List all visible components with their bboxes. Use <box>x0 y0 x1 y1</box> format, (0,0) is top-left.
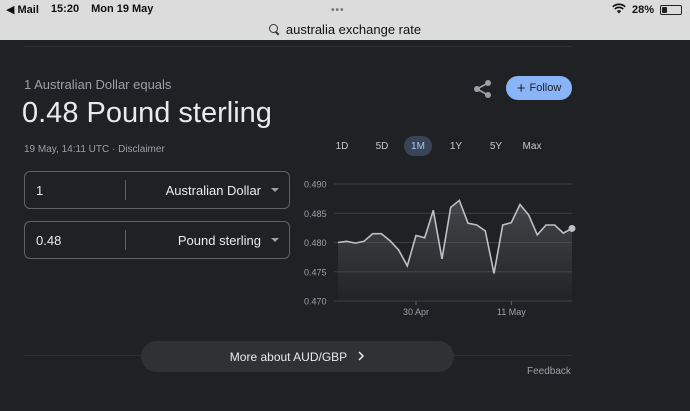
y-tick-label: 0.490 <box>304 180 327 190</box>
rate-value: 0.48 Pound sterling <box>22 97 272 129</box>
dropdown-caret-icon <box>271 238 279 242</box>
battery-icon <box>660 5 682 15</box>
exchange-rate-chart: 0.490 0.485 0.480 0.475 0.470 30 Apr 11 May <box>304 180 576 317</box>
range-tab-5d[interactable]: 5D <box>368 136 396 156</box>
time-range-tabs: 1D 5D 1M 1Y 5Y Max <box>328 136 558 156</box>
feedback-link[interactable]: Feedback <box>527 366 571 377</box>
x-tick-label: 30 Apr <box>403 307 429 317</box>
range-tab-5y[interactable]: 5Y <box>482 136 510 156</box>
range-tab-1d[interactable]: 1D <box>328 136 356 156</box>
from-amount-input[interactable] <box>25 182 125 198</box>
multitasking-dots-icon[interactable]: ••• <box>331 5 345 16</box>
more-about-label: More about AUD/GBP <box>229 349 348 364</box>
plus-icon: + <box>516 79 526 97</box>
follow-button[interactable]: + Follow <box>506 76 572 100</box>
address-bar[interactable]: australia exchange rate <box>0 18 690 40</box>
from-currency-field: Australian Dollar <box>24 171 290 209</box>
rate-timestamp: 19 May, 14:11 UTC · Disclaimer <box>24 144 165 155</box>
last-point-marker <box>568 224 576 232</box>
more-about-button[interactable]: More about AUD/GBP <box>141 341 454 372</box>
top-divider <box>24 46 572 47</box>
follow-label: Follow <box>529 82 562 94</box>
wifi-icon <box>612 3 626 17</box>
back-to-app-link[interactable]: ◀ Mail <box>6 3 39 16</box>
date: Mon 19 May <box>91 3 154 15</box>
search-icon <box>268 23 280 35</box>
clock: 15:20 <box>50 3 80 15</box>
status-bar: ◀ Mail 15:20 Mon 19 May ••• 28% <box>0 0 690 18</box>
search-query: australia exchange rate <box>285 21 422 37</box>
dropdown-caret-icon <box>271 188 279 192</box>
x-tick-label: 11 May <box>497 307 526 317</box>
share-icon[interactable] <box>472 78 494 100</box>
to-currency-field: Pound sterling <box>24 221 290 259</box>
range-tab-1m[interactable]: 1M <box>404 136 432 156</box>
y-tick-label: 0.480 <box>304 238 327 248</box>
range-tab-1y[interactable]: 1Y <box>442 136 470 156</box>
chevron-right-icon <box>357 350 365 364</box>
range-tab-max[interactable]: Max <box>518 136 546 156</box>
series-area <box>338 200 572 301</box>
y-tick-label: 0.470 <box>304 297 327 307</box>
y-tick-label: 0.475 <box>304 267 327 277</box>
from-currency-label: Australian Dollar <box>165 182 261 198</box>
rate-subtitle: 1 Australian Dollar equals <box>24 77 172 92</box>
to-currency-select[interactable]: Pound sterling <box>126 233 289 248</box>
to-amount-input[interactable] <box>25 232 125 248</box>
system-top-bar: ◀ Mail 15:20 Mon 19 May ••• 28% australi… <box>0 0 690 40</box>
battery-percent: 28% <box>631 4 654 16</box>
from-currency-select[interactable]: Australian Dollar <box>126 183 289 198</box>
y-tick-label: 0.485 <box>304 209 327 219</box>
to-currency-label: Pound sterling <box>177 232 261 248</box>
